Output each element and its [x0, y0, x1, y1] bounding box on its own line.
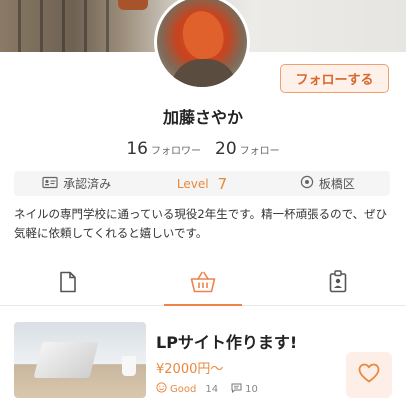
bio-text: ネイルの専門学校に通っている現役2年生です。精一杯頑張るので、ぜひ気軽に依頼して…: [14, 207, 388, 240]
user-name: 加藤さやか: [162, 108, 243, 127]
tab-documents[interactable]: [0, 262, 135, 305]
followers-count: 16: [126, 139, 148, 159]
basket-icon: [190, 271, 216, 297]
avatar[interactable]: [154, 0, 250, 90]
service-thumbnail: [14, 322, 146, 398]
following-label: フォロー: [239, 146, 280, 157]
favorite-button[interactable]: [346, 352, 392, 398]
good-label: Good: [170, 383, 197, 395]
profile-tabs: [0, 262, 406, 306]
heart-icon: [358, 363, 380, 387]
location-label: 板橋区: [318, 177, 355, 191]
level-status: Level 7: [139, 175, 264, 193]
service-price: ¥2000円〜: [156, 362, 224, 377]
following-stat[interactable]: 20 フォロー: [215, 139, 280, 159]
follow-button[interactable]: フォローする: [280, 64, 389, 93]
service-card[interactable]: LPサイト作ります! ¥2000円〜 Good 14 10: [14, 322, 394, 402]
service-stats: Good 14 10: [156, 382, 258, 396]
verified-status: 承認済み: [14, 175, 139, 192]
verified-label: 承認済み: [63, 177, 112, 191]
follow-counts: 16 フォロワー 20 フォロー: [0, 139, 406, 159]
level-label: Level: [176, 176, 209, 191]
comment-count: 10: [245, 383, 258, 395]
location-pin-icon: [300, 175, 314, 192]
following-count: 20: [215, 139, 237, 159]
id-badge-icon: [329, 270, 347, 297]
smile-icon: [156, 382, 167, 396]
followers-stat[interactable]: 16 フォロワー: [126, 139, 201, 159]
id-card-icon: [42, 176, 58, 192]
comment-icon: [231, 383, 242, 396]
document-icon: [59, 271, 77, 297]
level-value: 7: [217, 174, 228, 193]
profile-info-bar: 承認済み Level 7 板橋区: [14, 171, 390, 196]
service-title: LPサイト作ります!: [156, 333, 298, 352]
tab-badges[interactable]: [271, 262, 406, 305]
location-status: 板橋区: [265, 175, 390, 192]
tab-services[interactable]: [135, 262, 270, 306]
good-count: 14: [205, 383, 219, 395]
followers-label: フォロワー: [151, 146, 201, 157]
